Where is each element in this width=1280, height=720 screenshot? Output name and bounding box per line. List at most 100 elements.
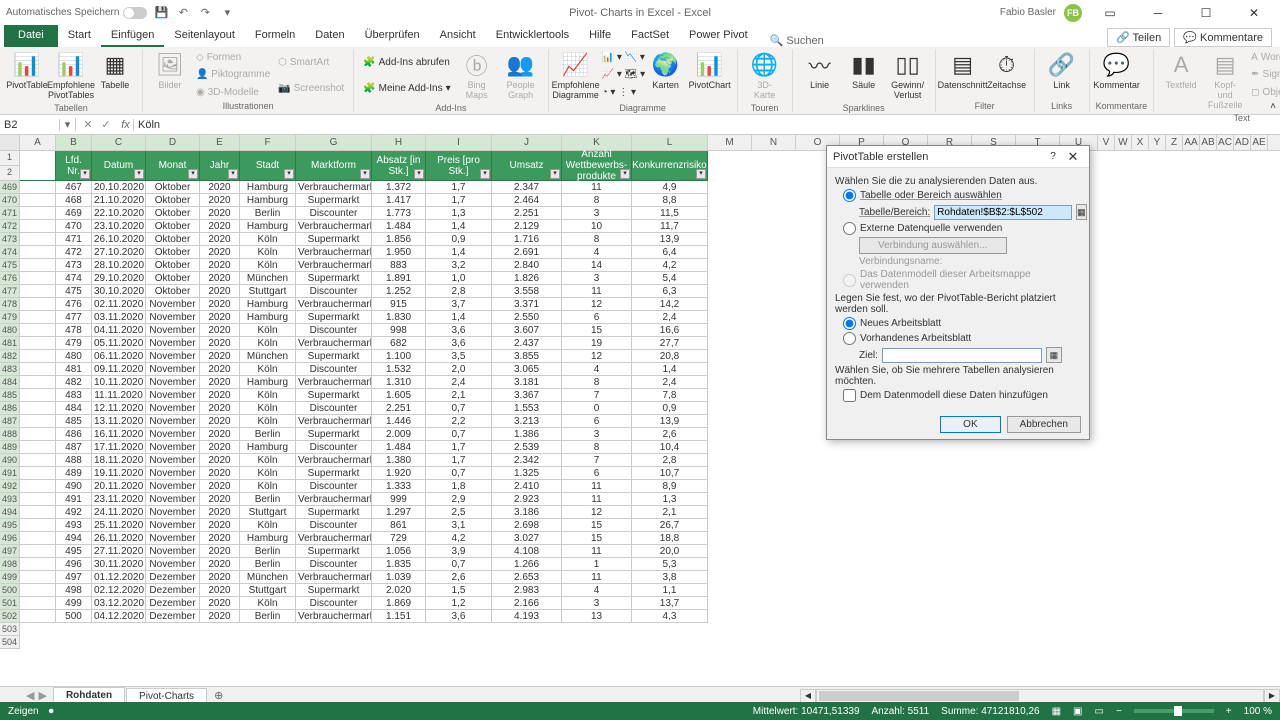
row-header-479[interactable]: 479 — [0, 311, 20, 324]
cell[interactable]: 12 — [562, 506, 632, 519]
cell[interactable]: 1.826 — [492, 272, 562, 285]
cell[interactable]: 4.108 — [492, 545, 562, 558]
cell[interactable]: 7 — [562, 389, 632, 402]
cell[interactable]: 481 — [56, 363, 92, 376]
cell[interactable]: 2.653 — [492, 571, 562, 584]
cell[interactable]: 29.10.2020 — [92, 272, 146, 285]
cell[interactable]: 499 — [56, 597, 92, 610]
row-header-485[interactable]: 485 — [0, 389, 20, 402]
row-header-481[interactable]: 481 — [0, 337, 20, 350]
col-header-X[interactable]: X — [1132, 135, 1149, 150]
tabelle-button[interactable]: ▦Tabelle — [94, 49, 136, 93]
cell[interactable]: Berlin — [240, 610, 296, 623]
cell[interactable]: 10 — [562, 220, 632, 233]
ribbon-collapse-icon[interactable]: ˄ — [1270, 101, 1276, 112]
cell[interactable]: 2020 — [200, 350, 240, 363]
cell[interactable]: Supermarkt — [296, 506, 372, 519]
cell[interactable]: 1.310 — [372, 376, 426, 389]
cell[interactable]: Verbrauchermarkt — [296, 337, 372, 350]
filter-dropdown-icon[interactable]: ▾ — [414, 169, 424, 179]
cell[interactable]: November — [146, 337, 200, 350]
cell[interactable]: 13,9 — [632, 415, 708, 428]
cell[interactable]: 2020 — [200, 324, 240, 337]
cell[interactable]: 490 — [56, 480, 92, 493]
cell[interactable]: 0 — [562, 402, 632, 415]
cell[interactable]: 20.10.2020 — [92, 181, 146, 194]
select-all-corner[interactable] — [0, 135, 20, 150]
cell[interactable]: 0,7 — [426, 467, 492, 480]
maximize-icon[interactable]: ☐ — [1186, 2, 1226, 24]
cell[interactable]: 1,2 — [426, 597, 492, 610]
cell[interactable]: 2.923 — [492, 493, 562, 506]
cell[interactable]: 16.11.2020 — [92, 428, 146, 441]
empfohlene-pivot-button[interactable]: 📊Empfohlene PivotTables — [50, 49, 92, 103]
cell[interactable]: 3 — [562, 207, 632, 220]
cell[interactable]: 2.410 — [492, 480, 562, 493]
cell[interactable]: 491 — [56, 493, 92, 506]
cell[interactable]: Verbrauchermarkt — [296, 610, 372, 623]
zoom-in-icon[interactable]: + — [1226, 706, 1232, 717]
row-header-484[interactable]: 484 — [0, 376, 20, 389]
people-button[interactable]: 👥People Graph — [500, 49, 542, 103]
cell[interactable]: 915 — [372, 298, 426, 311]
cell[interactable]: 2.166 — [492, 597, 562, 610]
cell[interactable]: Berlin — [240, 545, 296, 558]
tab-ansicht[interactable]: Ansicht — [430, 25, 486, 47]
cell[interactable]: 1.830 — [372, 311, 426, 324]
cell[interactable]: 494 — [56, 532, 92, 545]
cell[interactable]: 11,7 — [632, 220, 708, 233]
screenshot-button[interactable]: 📷 Screenshot — [275, 82, 347, 95]
sheet-nav-prev-icon[interactable]: ◀ — [26, 689, 34, 702]
row-header-504[interactable]: 504 — [0, 636, 20, 649]
qat-dropdown[interactable]: ▾ — [219, 5, 235, 21]
cell[interactable]: 6,3 — [632, 285, 708, 298]
cell[interactable]: 479 — [56, 337, 92, 350]
cell[interactable]: Discounter — [296, 519, 372, 532]
cell[interactable]: 7,8 — [632, 389, 708, 402]
confirm-formula-icon[interactable]: ✓ — [98, 118, 114, 131]
minimize-icon[interactable]: ─ — [1138, 2, 1178, 24]
cell[interactable]: 4,3 — [632, 610, 708, 623]
zoom-slider[interactable] — [1134, 709, 1214, 713]
cell[interactable]: 1,4 — [426, 311, 492, 324]
view-break-icon[interactable]: ▭ — [1095, 706, 1104, 717]
row-header-470[interactable]: 470 — [0, 194, 20, 207]
cell[interactable]: 3,9 — [426, 545, 492, 558]
cell[interactable]: 477 — [56, 311, 92, 324]
cell[interactable]: 883 — [372, 259, 426, 272]
cell[interactable]: 4 — [562, 584, 632, 597]
cell[interactable]: 3 — [562, 272, 632, 285]
cell[interactable]: 14 — [562, 259, 632, 272]
cell[interactable]: 1.484 — [372, 441, 426, 454]
col-header-V[interactable]: V — [1098, 135, 1115, 150]
cell[interactable]: Verbrauchermarkt — [296, 376, 372, 389]
cell[interactable]: 2020 — [200, 220, 240, 233]
autosave-toggle[interactable]: Automatisches Speichern — [6, 7, 147, 19]
cell[interactable]: 485 — [56, 415, 92, 428]
row-header-498[interactable]: 498 — [0, 558, 20, 571]
cell[interactable]: 1.056 — [372, 545, 426, 558]
filter-dropdown-icon[interactable]: ▾ — [696, 169, 706, 179]
cell[interactable]: 2,1 — [426, 389, 492, 402]
range-input[interactable] — [934, 205, 1072, 220]
cell[interactable]: Hamburg — [240, 311, 296, 324]
cell[interactable]: Köln — [240, 519, 296, 532]
cell[interactable]: 2,6 — [426, 571, 492, 584]
cell[interactable]: 15 — [562, 324, 632, 337]
hscroll-left-icon[interactable]: ◀ — [800, 689, 816, 703]
tab-formeln[interactable]: Formeln — [245, 25, 305, 47]
cell[interactable]: 682 — [372, 337, 426, 350]
connection-button[interactable]: Verbindung auswählen... — [859, 237, 1007, 254]
cell[interactable]: 2.251 — [372, 402, 426, 415]
tab-start[interactable]: Start — [58, 25, 101, 47]
cell[interactable]: 12 — [562, 298, 632, 311]
cell[interactable]: 498 — [56, 584, 92, 597]
cell[interactable]: Hamburg — [240, 298, 296, 311]
cell[interactable]: 2,4 — [632, 311, 708, 324]
cell[interactable]: Supermarkt — [296, 194, 372, 207]
cell[interactable]: 4,9 — [632, 181, 708, 194]
cell[interactable]: 3 — [562, 597, 632, 610]
cell[interactable]: Hamburg — [240, 220, 296, 233]
cell[interactable]: 27.11.2020 — [92, 545, 146, 558]
col-header-Y[interactable]: Y — [1149, 135, 1166, 150]
